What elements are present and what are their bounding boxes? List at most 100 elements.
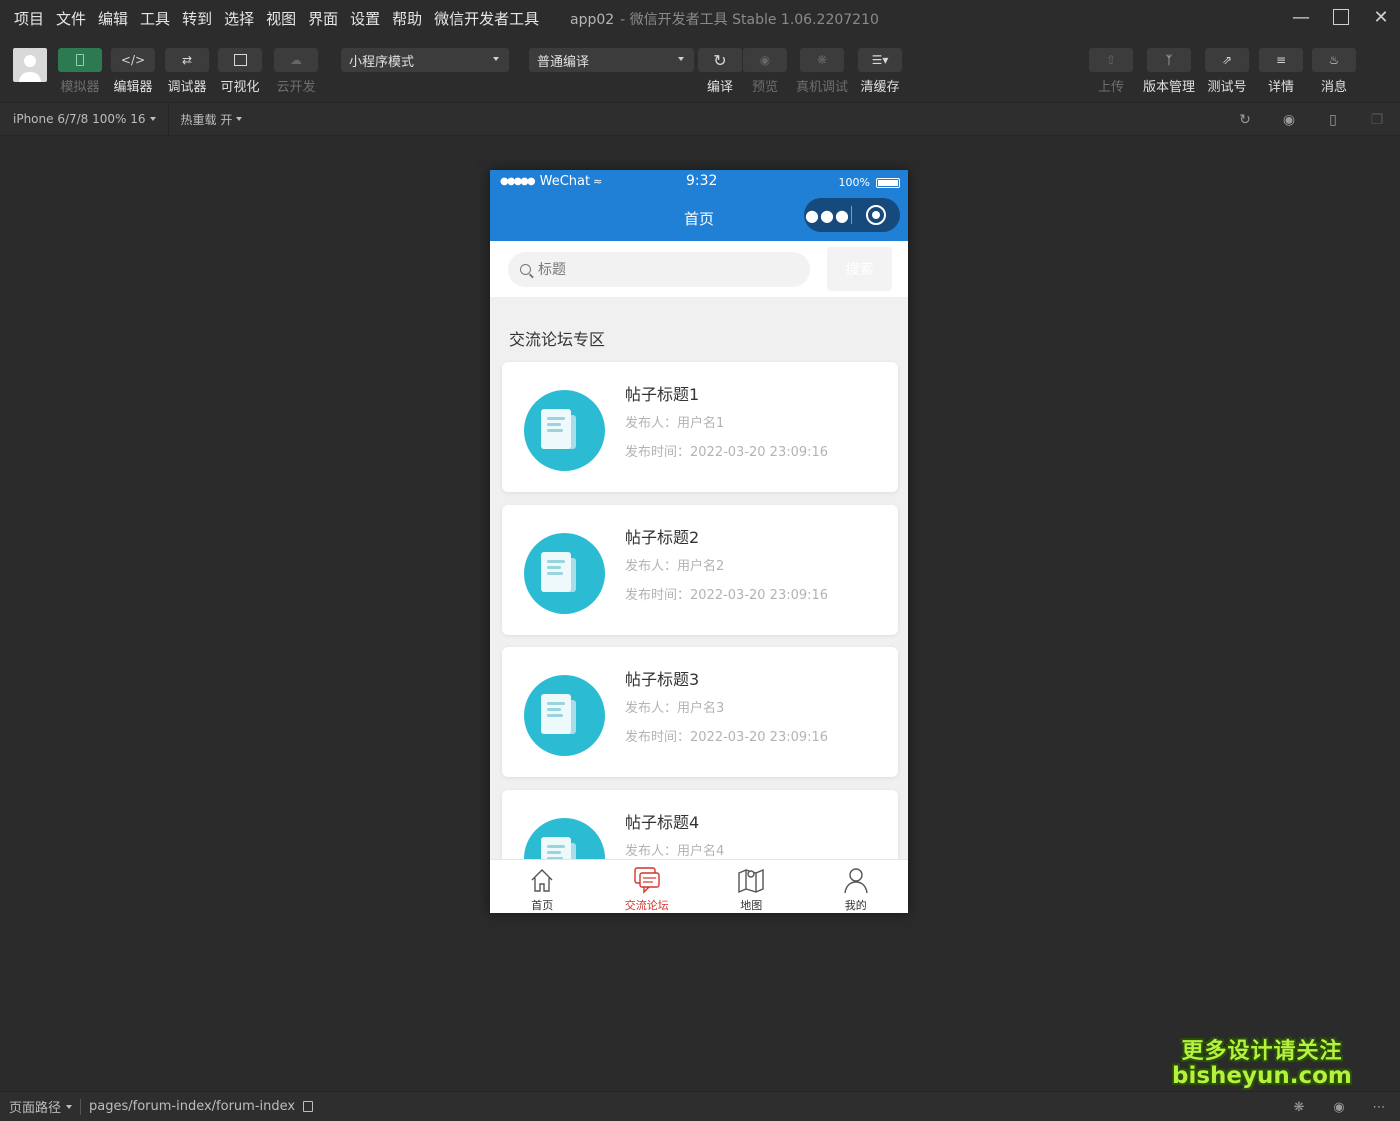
carrier: ●●●●● WeChat ≈ [500, 174, 602, 189]
clear-cache-button[interactable]: ☰▾ 清缓存 [858, 48, 902, 95]
editor-label: 编辑器 [113, 80, 153, 95]
tab-mine[interactable]: 我的 [804, 860, 909, 913]
cloud-button[interactable]: ☁ 云开发 [274, 48, 318, 95]
test-account-button[interactable]: ⇗ 测试号 [1205, 48, 1249, 95]
post-author: 发布人：用户名1 [625, 416, 725, 431]
visual-button[interactable]: 可视化 [218, 48, 262, 95]
visual-label: 可视化 [220, 80, 260, 95]
stop-icon[interactable]: ◉ [1280, 111, 1298, 129]
divider [167, 102, 169, 136]
debugger-label: 调试器 [167, 80, 207, 95]
post-card[interactable]: 帖子标题1 发布人：用户名1 发布时间：2022-03-20 23:09:16 [502, 362, 898, 492]
document-icon [524, 390, 605, 471]
maximize-icon[interactable] [1330, 4, 1352, 30]
search-button[interactable]: 搜索 [827, 247, 892, 291]
menu-help[interactable]: 帮助 [386, 8, 428, 29]
post-time: 发布时间：2022-03-20 23:09:16 [625, 445, 829, 460]
tab-forum[interactable]: 交流论坛 [595, 860, 700, 913]
phone-icon[interactable]: ▯ [1324, 111, 1342, 129]
compile-select-value: 普通编译 [537, 54, 590, 70]
code-icon: </> [111, 48, 155, 72]
preview-button[interactable]: ◉ 预览 [743, 48, 787, 95]
window-title: app02 - 微信开发者工具 Stable 1.06.2207210 [570, 9, 879, 29]
bug-icon[interactable]: ❋ [1290, 1099, 1308, 1115]
post-card[interactable]: 帖子标题3 发布人：用户名3 发布时间：2022-03-20 23:09:16 [502, 647, 898, 777]
window-controls: — ✕ [1290, 4, 1392, 30]
battery-percent: 100% [838, 176, 870, 189]
post-time: 发布时间：2022-03-20 23:09:16 [625, 588, 829, 603]
version-label: 版本管理 [1143, 80, 1196, 95]
simulator-button[interactable]: 模拟器 [58, 48, 102, 95]
menu-select[interactable]: 选择 [218, 8, 260, 29]
upload-label: 上传 [1097, 80, 1124, 95]
menu-wechat-devtools[interactable]: 微信开发者工具 [428, 8, 545, 29]
search-icon [520, 264, 531, 275]
more-icon[interactable]: ●●● [804, 206, 851, 225]
menu-edit[interactable]: 编辑 [92, 8, 134, 29]
post-author: 发布人：用户名2 [625, 559, 725, 574]
search-area: 搜索 [490, 241, 908, 297]
mode-select[interactable]: 小程序模式 [341, 48, 509, 72]
post-card[interactable]: 帖子标题2 发布人：用户名2 发布时间：2022-03-20 23:09:16 [502, 505, 898, 635]
close-miniprogram-icon[interactable] [852, 205, 899, 225]
external-link-icon: ⇗ [1205, 48, 1249, 72]
avatar[interactable] [13, 48, 47, 82]
search-input[interactable] [538, 261, 778, 278]
minimize-icon[interactable]: — [1290, 4, 1312, 30]
tab-home[interactable]: 首页 [490, 860, 595, 913]
tab-map-label: 地图 [740, 899, 763, 912]
editor-button[interactable]: </> 编辑器 [111, 48, 155, 95]
carrier-name: WeChat [539, 174, 591, 189]
debugger-button[interactable]: ⇄ 调试器 [165, 48, 209, 95]
simulator-label: 模拟器 [60, 80, 100, 95]
post-title: 帖子标题4 [625, 813, 700, 832]
messages-label: 消息 [1320, 80, 1347, 95]
menu-interface[interactable]: 界面 [302, 8, 344, 29]
details-button[interactable]: ≡ 详情 [1259, 48, 1303, 95]
messages-button[interactable]: ♨ 消息 [1312, 48, 1356, 95]
post-time: 发布时间：2022-03-20 23:09:16 [625, 730, 829, 745]
hot-reload-select[interactable]: 热重载 开 [181, 111, 243, 128]
menu-tools[interactable]: 工具 [134, 8, 176, 29]
rotate-icon[interactable]: ↻ [1236, 111, 1254, 129]
real-debug-button[interactable]: ❋ 真机调试 [796, 48, 848, 95]
device-select[interactable]: iPhone 6/7/8 100% 16 [0, 112, 156, 126]
page-path-select[interactable]: 页面路径 [0, 1097, 73, 1116]
close-icon[interactable]: ✕ [1370, 4, 1392, 30]
post-title: 帖子标题2 [625, 528, 700, 547]
menu-project[interactable]: 项目 [8, 8, 50, 29]
menu-file[interactable]: 文件 [50, 8, 92, 29]
compile-select[interactable]: 普通编译 [529, 48, 694, 72]
search-field[interactable] [508, 252, 810, 287]
window-icon[interactable]: ❐ [1368, 111, 1386, 129]
chevron-down-icon [678, 57, 684, 61]
section-title: 交流论坛专区 [509, 330, 606, 349]
home-icon [531, 869, 553, 892]
menu-goto[interactable]: 转到 [176, 8, 218, 29]
real-debug-label: 真机调试 [796, 80, 849, 95]
phone-status-bar: ●●●●● WeChat ≈ 9:32 100% [490, 170, 908, 194]
watermark-line2: bisheyun.com [1172, 1063, 1352, 1090]
device-select-value: iPhone 6/7/8 100% 16 [13, 112, 146, 126]
menu-view[interactable]: 视图 [260, 8, 302, 29]
document-icon [524, 533, 605, 614]
phone-simulator: ●●●●● WeChat ≈ 9:32 100% 首页 ●●● 搜索 交流论坛专… [490, 170, 908, 913]
more-icon[interactable]: ⋯ [1370, 1099, 1388, 1115]
divider [80, 1098, 82, 1115]
bell-icon: ♨ [1312, 48, 1356, 72]
page-path-label: 页面路径 [9, 1101, 62, 1116]
post-title: 帖子标题3 [625, 670, 700, 689]
compile-button[interactable]: ↻ 编译 [698, 48, 742, 95]
copy-icon[interactable] [303, 1101, 314, 1112]
eye-icon[interactable]: ◉ [1330, 1099, 1348, 1115]
version-button[interactable]: ᛉ 版本管理 [1143, 48, 1195, 95]
menu-settings[interactable]: 设置 [344, 8, 386, 29]
eye-icon: ◉ [743, 48, 787, 72]
tab-map[interactable]: 地图 [699, 860, 804, 913]
menu-lines-icon: ≡ [1259, 48, 1303, 72]
upload-button[interactable]: ⇧ 上传 [1089, 48, 1133, 95]
simulator-bar: iPhone 6/7/8 100% 16 热重载 开 ↻ ◉ ▯ ❐ [0, 102, 1400, 136]
signal-icon: ●●●●● [500, 176, 536, 187]
menu-items: 项目 文件 编辑 工具 转到 选择 视图 界面 设置 帮助 微信开发者工具 [0, 8, 545, 29]
chevron-down-icon [236, 117, 243, 121]
